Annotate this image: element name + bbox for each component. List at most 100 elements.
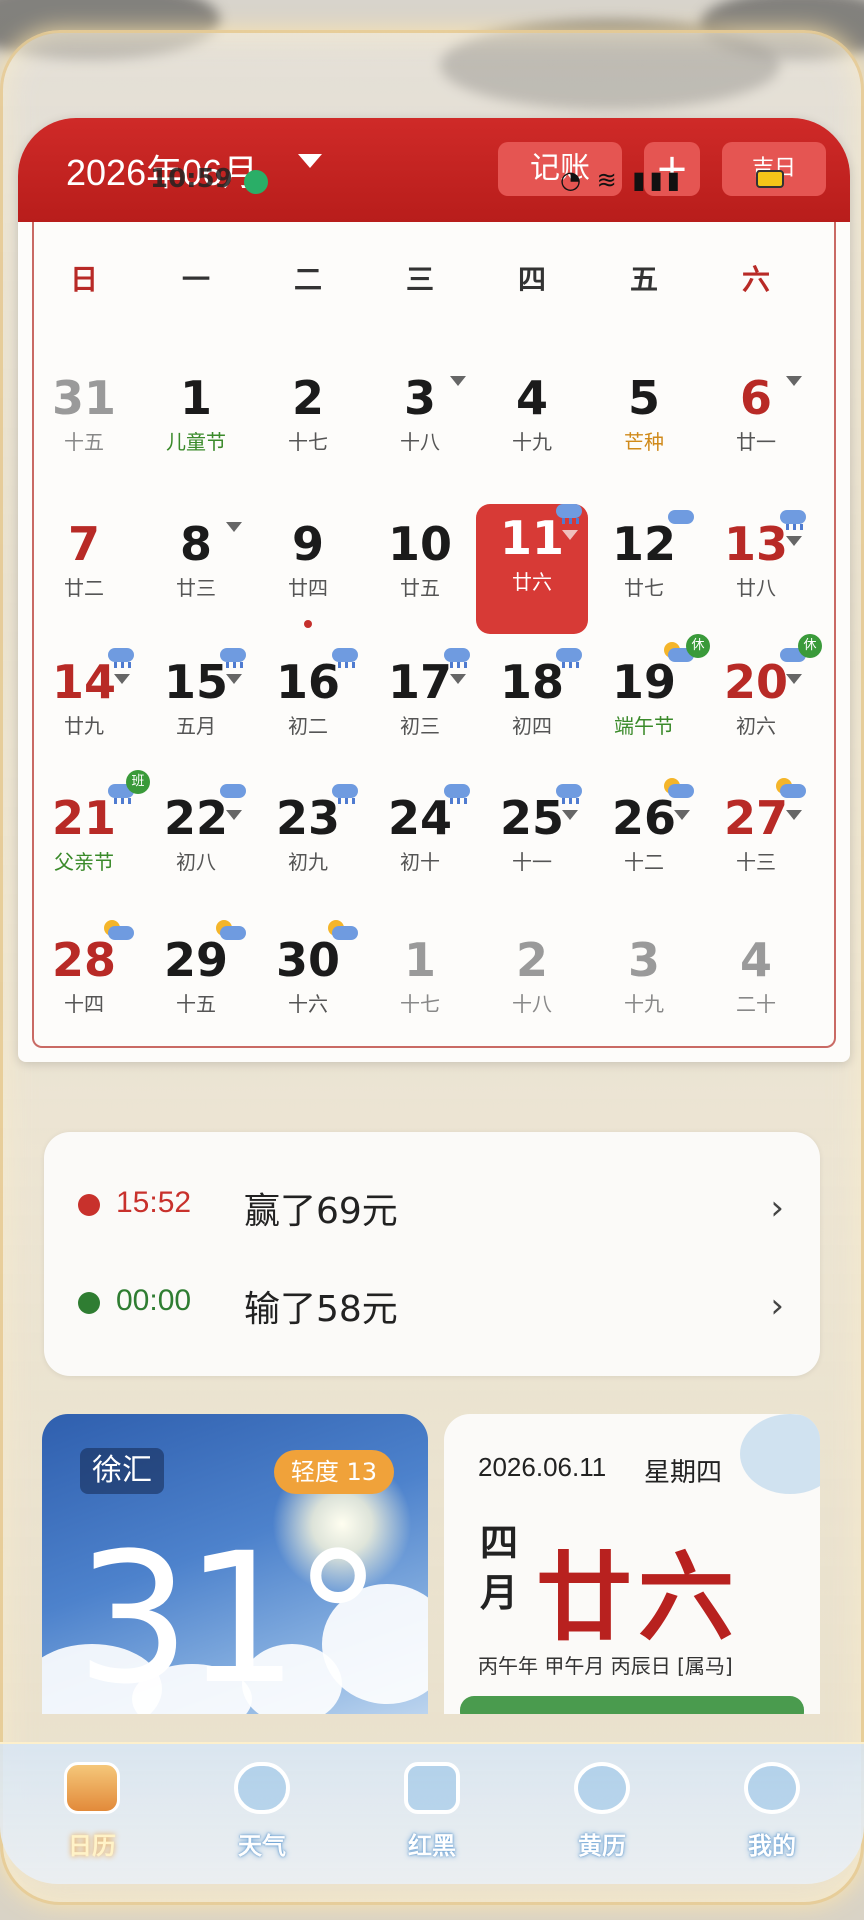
calendar-day[interactable]: 28 十四 <box>28 920 140 1052</box>
marker-triangle-icon <box>786 376 802 386</box>
record-row[interactable]: 15:52 赢了69元 › <box>44 1168 820 1238</box>
calendar-day[interactable]: 3 十九 <box>588 926 700 1052</box>
partly-sunny-icon <box>216 920 248 942</box>
nav-calendar[interactable]: 日历 <box>32 1762 152 1872</box>
month-dropdown-icon[interactable] <box>298 154 322 168</box>
rain-icon <box>328 642 360 668</box>
lunar-date: 初十 <box>400 850 440 874</box>
lunar-date: 初二 <box>288 714 328 738</box>
rain-icon <box>552 778 584 804</box>
calendar-day[interactable]: 31 十五 <box>28 364 140 490</box>
almanac-bar <box>460 1696 804 1714</box>
holiday-badge: 休 <box>798 634 822 658</box>
calendar-day[interactable]: 17 初三 <box>364 648 476 774</box>
marker-triangle-icon <box>450 376 466 386</box>
cloud-decoration <box>740 1414 820 1494</box>
calendar-day[interactable]: 4 十九 <box>476 364 588 490</box>
day-number: 31 <box>51 371 116 425</box>
day-number: 3 <box>627 933 660 987</box>
almanac-card[interactable]: 2026.06.11 星期四 四月 廿六 丙午年 甲午月 丙辰日 [属马] <box>444 1414 820 1714</box>
calendar-day[interactable]: 9 廿四 <box>252 510 364 636</box>
month-title[interactable]: 2026年06月 <box>66 144 258 196</box>
calendar-day[interactable]: 27 十三 <box>700 778 812 910</box>
festival-label: 儿童节 <box>166 430 226 454</box>
calendar-day[interactable]: 13 廿八 <box>700 510 812 636</box>
weather-card[interactable]: 徐汇 轻度 13 31° <box>42 1414 428 1714</box>
calendar-day[interactable]: 21 父亲节班 <box>28 770 150 910</box>
lunar-date: 廿三 <box>176 576 216 600</box>
calendar-day[interactable]: 2 十八 <box>476 926 588 1052</box>
lunar-date: 十七 <box>288 430 328 454</box>
calendar-day[interactable]: 12 廿七 <box>588 510 700 636</box>
marker-triangle-icon <box>786 674 802 684</box>
calendar-day[interactable]: 20 初六休 <box>700 634 822 774</box>
calendar-day[interactable]: 30 十六 <box>252 920 364 1052</box>
marker-triangle-icon <box>562 810 578 820</box>
nav-label: 黄历 <box>578 1832 626 1860</box>
calendar-day[interactable]: 1 十七 <box>364 926 476 1052</box>
calendar-day[interactable]: 14 廿九 <box>28 648 140 774</box>
auspicious-day-button[interactable]: 吉日 <box>722 142 826 196</box>
calendar-day-today[interactable]: 11 廿六 <box>476 504 588 634</box>
marker-triangle-icon <box>226 810 242 820</box>
marker-triangle-icon <box>226 674 242 684</box>
lunar-date: 十八 <box>512 992 552 1016</box>
record-time: 15:52 <box>116 1186 192 1219</box>
rain-icon <box>440 778 472 804</box>
record-dot-icon <box>78 1194 100 1216</box>
bookkeeping-button[interactable]: 记账 <box>498 142 622 196</box>
calendar-day[interactable]: 5 芒种 <box>588 364 700 490</box>
calendar-day[interactable]: 3 十八 <box>364 364 476 490</box>
calendar-day[interactable]: 18 初四 <box>476 648 588 774</box>
chevron-right-icon[interactable]: › <box>770 1286 784 1326</box>
calendar-day[interactable]: 4 二十 <box>700 926 812 1052</box>
calendar-day[interactable]: 2 十七 <box>252 364 364 490</box>
marker-triangle-icon <box>450 674 466 684</box>
lunar-date: 廿二 <box>64 576 104 600</box>
record-dot-icon <box>78 1292 100 1314</box>
weekday-label: 三 <box>405 263 434 296</box>
calendar-day[interactable]: 19 端午节休 <box>588 634 710 774</box>
calendar-day[interactable]: 8 廿三 <box>140 510 252 636</box>
record-text: 赢了69元 <box>244 1191 398 1232</box>
marker-triangle-icon <box>786 810 802 820</box>
calendar-day[interactable]: 26 十二 <box>588 778 700 910</box>
nav-weather[interactable]: 天气 <box>202 1762 322 1872</box>
calendar-day[interactable]: 7 廿二 <box>28 510 140 636</box>
marker-triangle-icon <box>226 522 242 532</box>
yin-yang-icon <box>574 1762 630 1814</box>
lunar-day: 廿六 <box>536 1541 740 1654</box>
record-row[interactable]: 00:00 输了58元 › <box>44 1266 820 1336</box>
day-number: 1 <box>403 933 436 987</box>
lunar-date: 初三 <box>400 714 440 738</box>
partly-sunny-icon <box>776 778 808 800</box>
calendar-day[interactable]: 24 初十 <box>364 784 476 910</box>
lunar-date: 廿四 <box>288 576 328 600</box>
calendar-day[interactable]: 6 廿一 <box>700 364 812 490</box>
calendar-day[interactable]: 23 初九 <box>252 784 364 910</box>
rain-icon <box>552 642 584 668</box>
calendar-card: 2026年06月 记账 + 吉日 日一二三四五六 31 十五 1 儿童节 2 十七 3 十八 4… <box>18 118 850 1062</box>
calendar-day[interactable]: 16 初二 <box>252 648 364 774</box>
nav-label: 天气 <box>238 1832 286 1860</box>
event-dot-icon <box>304 620 312 628</box>
calendar-day[interactable]: 22 初八 <box>140 784 252 910</box>
add-button[interactable]: + <box>644 142 700 196</box>
calendar-day[interactable]: 29 十五 <box>140 920 252 1052</box>
lunar-date: 十五 <box>176 992 216 1016</box>
calendar-day[interactable]: 25 十一 <box>476 784 588 910</box>
lunar-date: 初四 <box>512 714 552 738</box>
chevron-right-icon[interactable]: › <box>770 1188 784 1228</box>
calendar-day[interactable]: 10 廿五 <box>364 510 476 636</box>
weekday-label: 六 <box>741 263 770 296</box>
nav-profile[interactable]: 我的 <box>712 1762 832 1872</box>
lunar-date: 廿一 <box>736 430 776 454</box>
nav-label: 我的 <box>748 1832 796 1860</box>
rain-icon <box>440 642 472 668</box>
partly-sunny-icon <box>664 778 696 800</box>
nav-almanac[interactable]: 黄历 <box>542 1762 662 1872</box>
nav-redblack[interactable]: 红黑 <box>372 1762 492 1872</box>
calendar-day[interactable]: 15 五月 <box>140 648 252 774</box>
lunar-date: 二十 <box>736 992 776 1016</box>
calendar-day[interactable]: 1 儿童节 <box>140 364 252 490</box>
